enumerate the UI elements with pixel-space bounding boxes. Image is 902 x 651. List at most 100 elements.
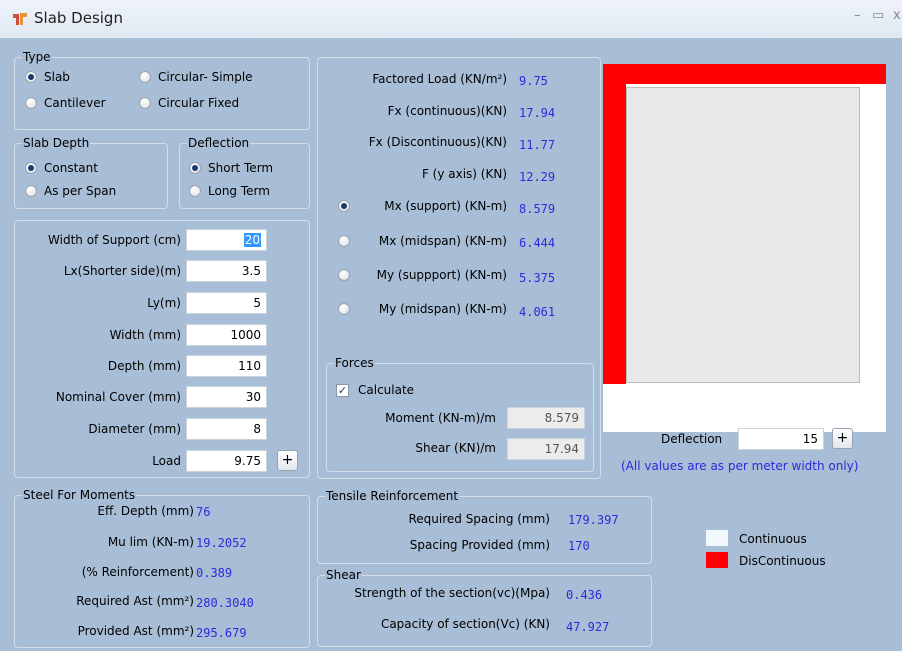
tensile-legend: Tensile Reinforcement: [325, 489, 460, 503]
moment-output: 8.579: [507, 407, 585, 429]
slab-depth-group: Slab Depth Constant As per Span: [14, 136, 168, 209]
radio-icon: [139, 97, 151, 109]
close-button[interactable]: x: [893, 8, 901, 23]
factored-load-label: Factored Load (KN/m²): [372, 72, 507, 86]
ly-label: Ly(m): [147, 296, 181, 310]
continuous-swatch: [706, 530, 728, 546]
mx-support-label: Mx (support) (KN-m): [384, 199, 507, 213]
width-note: (All values are as per meter width only): [621, 459, 859, 473]
forces-group: Forces ✓ Calculate Moment (KN-m)/m 8.579…: [326, 356, 594, 472]
results-group: Factored Load (KN/m²) 9.75 Fx (continuou…: [317, 57, 601, 479]
deflection-group: Deflection Short Term Long Term: [179, 136, 310, 209]
radio-icon: [338, 269, 350, 281]
radio-my-midspan[interactable]: [338, 303, 350, 315]
radio-long-term-label: Long Term: [208, 184, 270, 198]
client-area: Type Slab Circular- Simple Cantilever Ci…: [0, 38, 902, 651]
radio-circular-simple-label: Circular- Simple: [158, 70, 253, 84]
deflection-input[interactable]: 15: [738, 428, 824, 450]
steel-legend: Steel For Moments: [22, 488, 137, 502]
input-parameters-group: Width of Support (cm) 20 Lx(Shorter side…: [14, 220, 310, 478]
provided-ast-label: Provided Ast (mm²): [77, 624, 194, 638]
load-add-button[interactable]: +: [277, 450, 298, 471]
diameter-input[interactable]: 8: [186, 418, 267, 440]
top-edge-discontinuous: [603, 64, 886, 84]
deflection-input-label: Deflection: [661, 432, 723, 446]
radio-icon: [338, 235, 350, 247]
nominal-cover-input[interactable]: 30: [186, 386, 267, 408]
capacity-label: Capacity of section(Vc) (KN): [380, 617, 550, 631]
my-midspan-value: 4.061: [519, 305, 556, 319]
spacing-provided-label: Spacing Provided (mm): [409, 538, 550, 552]
forces-legend: Forces: [334, 356, 375, 370]
radio-mx-midspan[interactable]: [338, 235, 350, 247]
load-input[interactable]: 9.75: [186, 450, 267, 472]
width-support-input[interactable]: 20: [186, 229, 267, 251]
depth-input[interactable]: 110: [186, 355, 267, 377]
factored-load-value: 9.75: [519, 74, 548, 88]
moment-label: Moment (KN-m)/m: [385, 411, 496, 425]
window-title: Slab Design: [34, 9, 123, 27]
radio-as-per-span[interactable]: As per Span: [25, 184, 116, 198]
discontinuous-key-label: DisContinuous: [739, 554, 826, 568]
radio-circular-simple[interactable]: Circular- Simple: [139, 70, 253, 84]
radio-short-term[interactable]: Short Term: [189, 161, 273, 175]
calculate-checkbox[interactable]: ✓: [336, 384, 349, 397]
my-support-label: My (suppport) (KN-m): [376, 268, 507, 282]
left-edge-discontinuous: [603, 64, 626, 384]
strength-value: 0.436: [566, 588, 603, 602]
radio-icon: [338, 303, 350, 315]
strength-label: Strength of the section(vc)(Mpa): [354, 586, 550, 600]
spacing-provided-value: 170: [568, 539, 590, 553]
radio-constant-label: Constant: [44, 161, 98, 175]
title-bar: Slab Design – ▭ x: [0, 0, 902, 38]
radio-selected-icon: [25, 162, 37, 174]
shear-label: Shear (KN)/m: [415, 441, 496, 455]
fx-continuous-label: Fx (continuous)(KN): [387, 104, 507, 118]
provided-ast-value: 295.679: [196, 626, 247, 640]
width-label: Width (mm): [109, 328, 181, 342]
my-support-value: 5.375: [519, 271, 556, 285]
mx-support-value: 8.579: [519, 202, 556, 216]
radio-cantilever[interactable]: Cantilever: [25, 96, 106, 110]
mu-lim-label: Mu lim (KN-m): [107, 535, 194, 549]
required-spacing-value: 179.397: [568, 513, 619, 527]
radio-my-support[interactable]: [338, 269, 350, 281]
maximize-button[interactable]: ▭: [872, 8, 884, 23]
required-spacing-label: Required Spacing (mm): [408, 512, 550, 526]
slab-depth-legend: Slab Depth: [22, 136, 91, 150]
discontinuous-swatch: [706, 552, 728, 568]
radio-selected-icon: [338, 200, 350, 212]
radio-icon: [189, 185, 201, 197]
required-ast-label: Required Ast (mm²): [76, 594, 194, 608]
width-input[interactable]: 1000: [186, 324, 267, 346]
shear-output: 17.94: [507, 438, 585, 460]
radio-mx-support[interactable]: [338, 200, 350, 212]
reinforcement-pct-label: (% Reinforcement): [81, 565, 194, 579]
radio-slab-label: Slab: [44, 70, 70, 84]
radio-long-term[interactable]: Long Term: [189, 184, 270, 198]
load-label: Load: [152, 454, 181, 468]
radio-icon: [25, 185, 37, 197]
calculate-label: Calculate: [358, 383, 415, 397]
shear-group: Shear Strength of the section(vc)(Mpa) 0…: [317, 568, 652, 647]
fx-discontinuous-label: Fx (Discontinuous)(KN): [368, 135, 507, 149]
deflection-add-button[interactable]: +: [832, 428, 853, 449]
minimize-button[interactable]: –: [854, 8, 861, 23]
radio-constant[interactable]: Constant: [25, 161, 98, 175]
radio-icon: [139, 71, 151, 83]
width-support-value: 20: [243, 233, 261, 247]
reinforcement-pct-value: 0.389: [196, 566, 233, 580]
width-support-label: Width of Support (cm): [48, 233, 181, 247]
mu-lim-value: 19.2052: [196, 536, 247, 550]
ly-input[interactable]: 5: [186, 292, 267, 314]
deflection-legend: Deflection: [187, 136, 251, 150]
lx-input[interactable]: 3.5: [186, 260, 267, 282]
nominal-cover-label: Nominal Cover (mm): [55, 390, 181, 404]
diameter-label: Diameter (mm): [88, 422, 181, 436]
app-icon: [13, 13, 27, 25]
radio-circular-fixed[interactable]: Circular Fixed: [139, 96, 239, 110]
shear-legend: Shear: [325, 568, 362, 582]
my-midspan-label: My (midspan) (KN-m): [378, 302, 507, 316]
radio-slab[interactable]: Slab: [25, 70, 70, 84]
radio-selected-icon: [189, 162, 201, 174]
